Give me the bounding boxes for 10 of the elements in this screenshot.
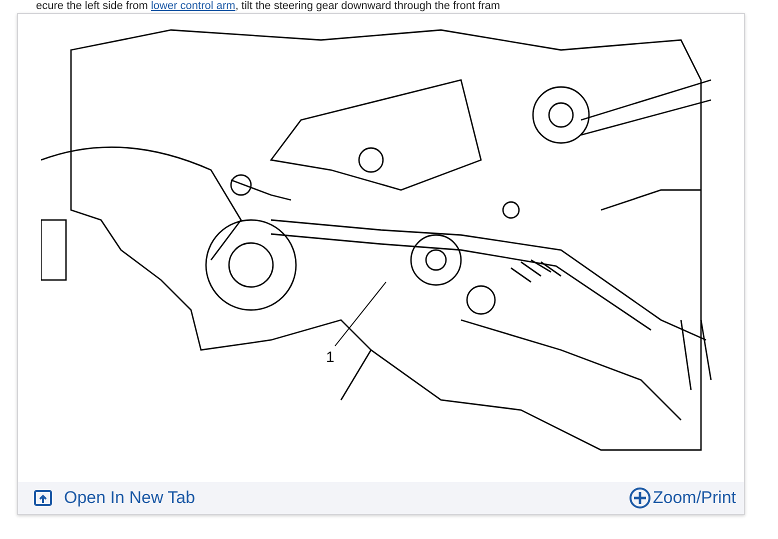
open-in-new-tab-label: Open In New Tab <box>64 488 196 508</box>
zoom-plus-icon <box>628 487 651 509</box>
open-in-new-tab-link[interactable]: Open In New Tab <box>34 488 196 508</box>
leader-line <box>334 282 386 346</box>
callout-label: 1 <box>326 349 334 366</box>
open-new-tab-icon <box>34 490 52 506</box>
zoom-print-link[interactable]: Zoom/Print <box>628 487 736 509</box>
lower-control-arm-link[interactable]: lower control arm <box>150 0 236 12</box>
instruction-text: ecure the left side from lower control arm, tilt the steering gear downward through the front fram <box>35 0 502 13</box>
zoom-print-label: Zoom/Print <box>652 488 736 508</box>
